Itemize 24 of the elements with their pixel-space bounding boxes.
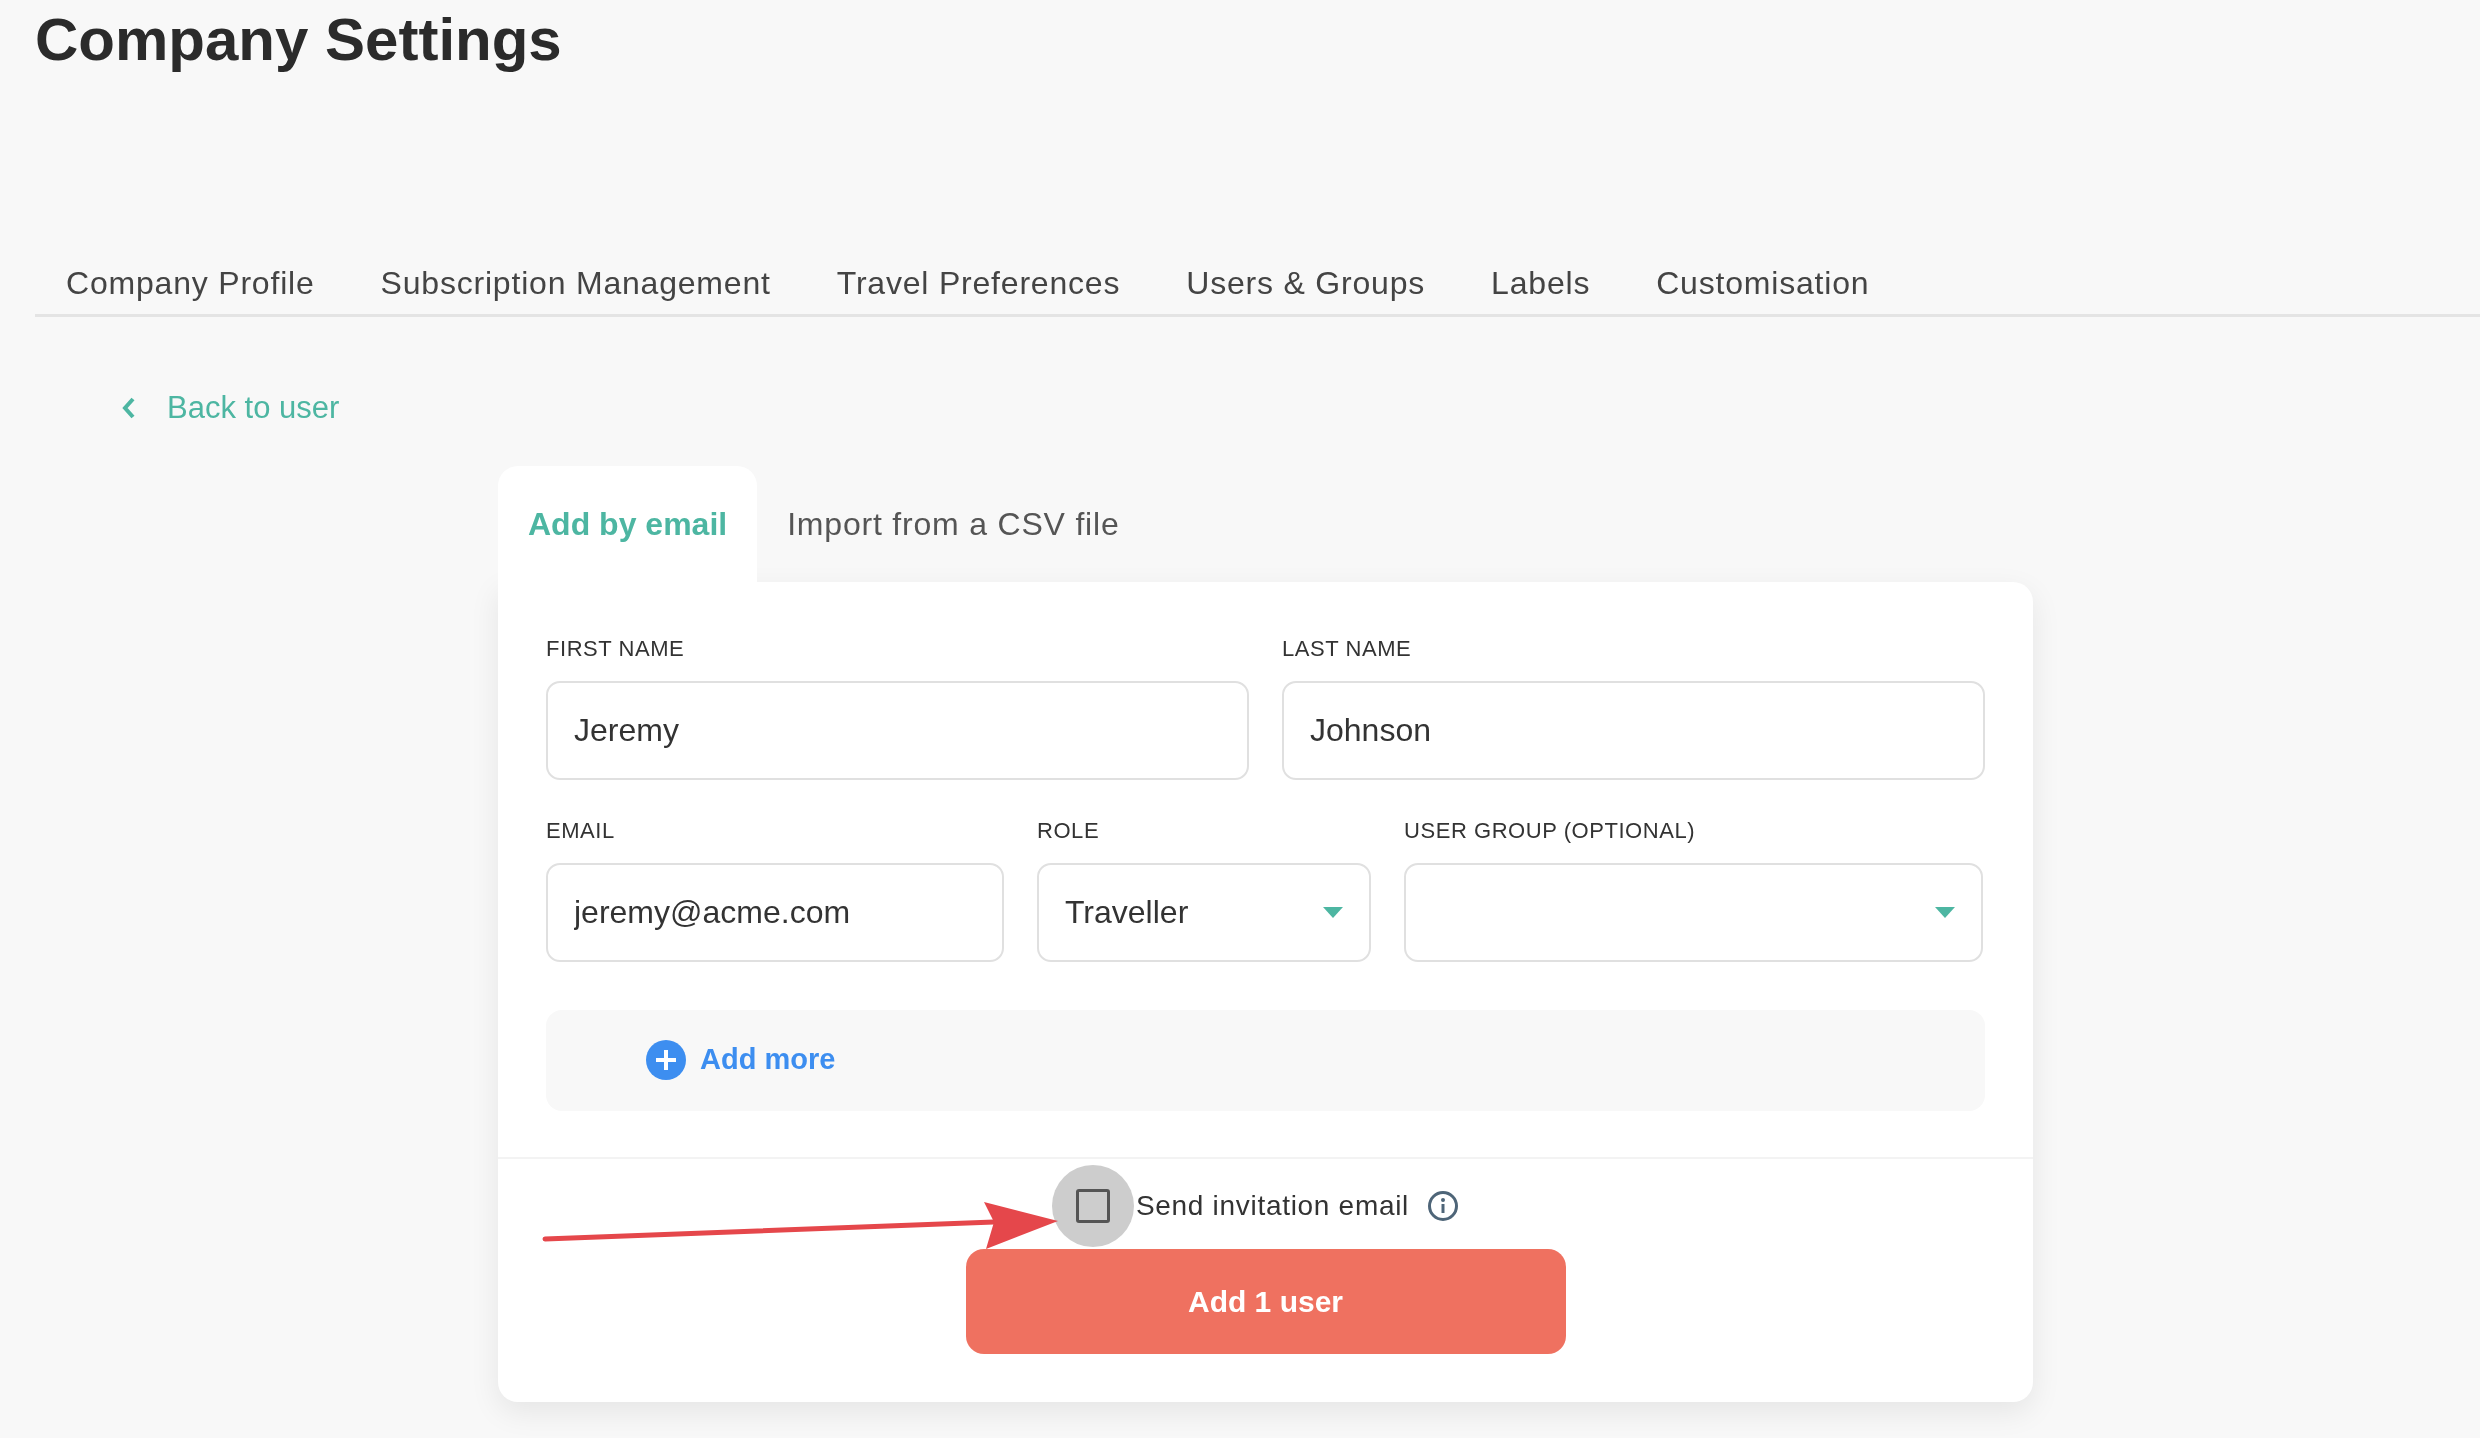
nav-tab[interactable]: Customisation [1656, 259, 1870, 315]
nav-tab[interactable]: Labels [1491, 259, 1591, 315]
nav-tab[interactable]: Subscription Management [380, 259, 771, 315]
field-label: USER GROUP (OPTIONAL) [1404, 816, 1697, 845]
checkbox-label: Send invitation email [1135, 1188, 1410, 1223]
last-name-input[interactable]: Johnson [1282, 680, 1985, 780]
page-title: Company Settings [35, 5, 563, 75]
nav-tab[interactable]: Company Profile [66, 259, 315, 315]
form-tab[interactable]: Import from a CSV file [757, 465, 1150, 582]
field-label: FIRST NAME [546, 634, 686, 663]
first-name-input[interactable]: Jeremy [546, 680, 1249, 780]
nav-tab[interactable]: Users & Groups [1186, 259, 1426, 315]
dropdown-caret-icon [1323, 906, 1343, 918]
checkbox[interactable] [1075, 1188, 1110, 1223]
plus-circle-icon [646, 1040, 686, 1080]
field-label: EMAIL [546, 816, 616, 845]
info-icon [1427, 1189, 1460, 1222]
chevron-left-icon [121, 396, 137, 421]
email-input[interactable]: jeremy@acme.com [546, 862, 1004, 962]
role-dropdown[interactable]: Traveller [1037, 862, 1371, 962]
field-label: ROLE [1037, 816, 1101, 845]
field-label: LAST NAME [1282, 634, 1413, 663]
nav-tab[interactable]: Travel Preferences [836, 259, 1121, 315]
dropdown-caret-icon [1935, 906, 1955, 918]
